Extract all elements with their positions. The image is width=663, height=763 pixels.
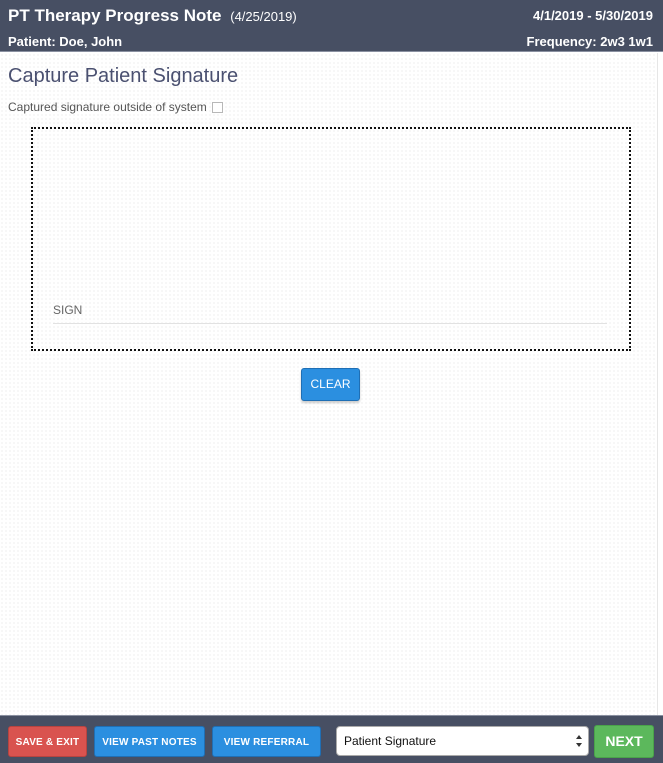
main-content: Capture Patient Signature Captured signa… [0, 53, 657, 715]
note-title-text: PT Therapy Progress Note [8, 6, 222, 25]
progress-note-window: PT Therapy Progress Note (4/25/2019) 4/1… [0, 0, 663, 763]
frequency: Frequency: 2w3 1w1 [526, 34, 653, 49]
updown-arrows-icon [576, 735, 582, 747]
outside-signature-checkbox[interactable] [211, 101, 223, 113]
clear-button[interactable]: CLEAR [301, 368, 360, 401]
footer-toolbar: SAVE & EXIT VIEW PAST NOTES VIEW REFERRA… [0, 715, 663, 763]
signature-pad: SIGN [31, 127, 631, 351]
date-range: 4/1/2019 - 5/30/2019 [533, 8, 653, 23]
scrollbar-track[interactable] [657, 53, 663, 715]
sign-label: SIGN [53, 303, 83, 317]
note-date: (4/25/2019) [230, 9, 297, 24]
section-select[interactable]: Patient Signature [336, 726, 589, 756]
view-past-notes-button[interactable]: VIEW PAST NOTES [94, 726, 205, 757]
save-exit-button[interactable]: SAVE & EXIT [8, 726, 87, 757]
note-title: PT Therapy Progress Note (4/25/2019) [8, 6, 297, 26]
outside-signature-row: Captured signature outside of system [8, 100, 223, 114]
signature-line [53, 323, 607, 324]
section-select-value: Patient Signature [344, 734, 437, 748]
page-title: Capture Patient Signature [8, 65, 239, 87]
patient-name: Patient: Doe, John [8, 34, 123, 49]
signature-canvas[interactable] [33, 129, 629, 349]
view-referral-button[interactable]: VIEW REFERRAL [212, 726, 321, 757]
outside-signature-label: Captured signature outside of system [8, 100, 207, 114]
next-button[interactable]: NEXT [594, 725, 654, 758]
note-header: PT Therapy Progress Note (4/25/2019) 4/1… [0, 0, 663, 52]
